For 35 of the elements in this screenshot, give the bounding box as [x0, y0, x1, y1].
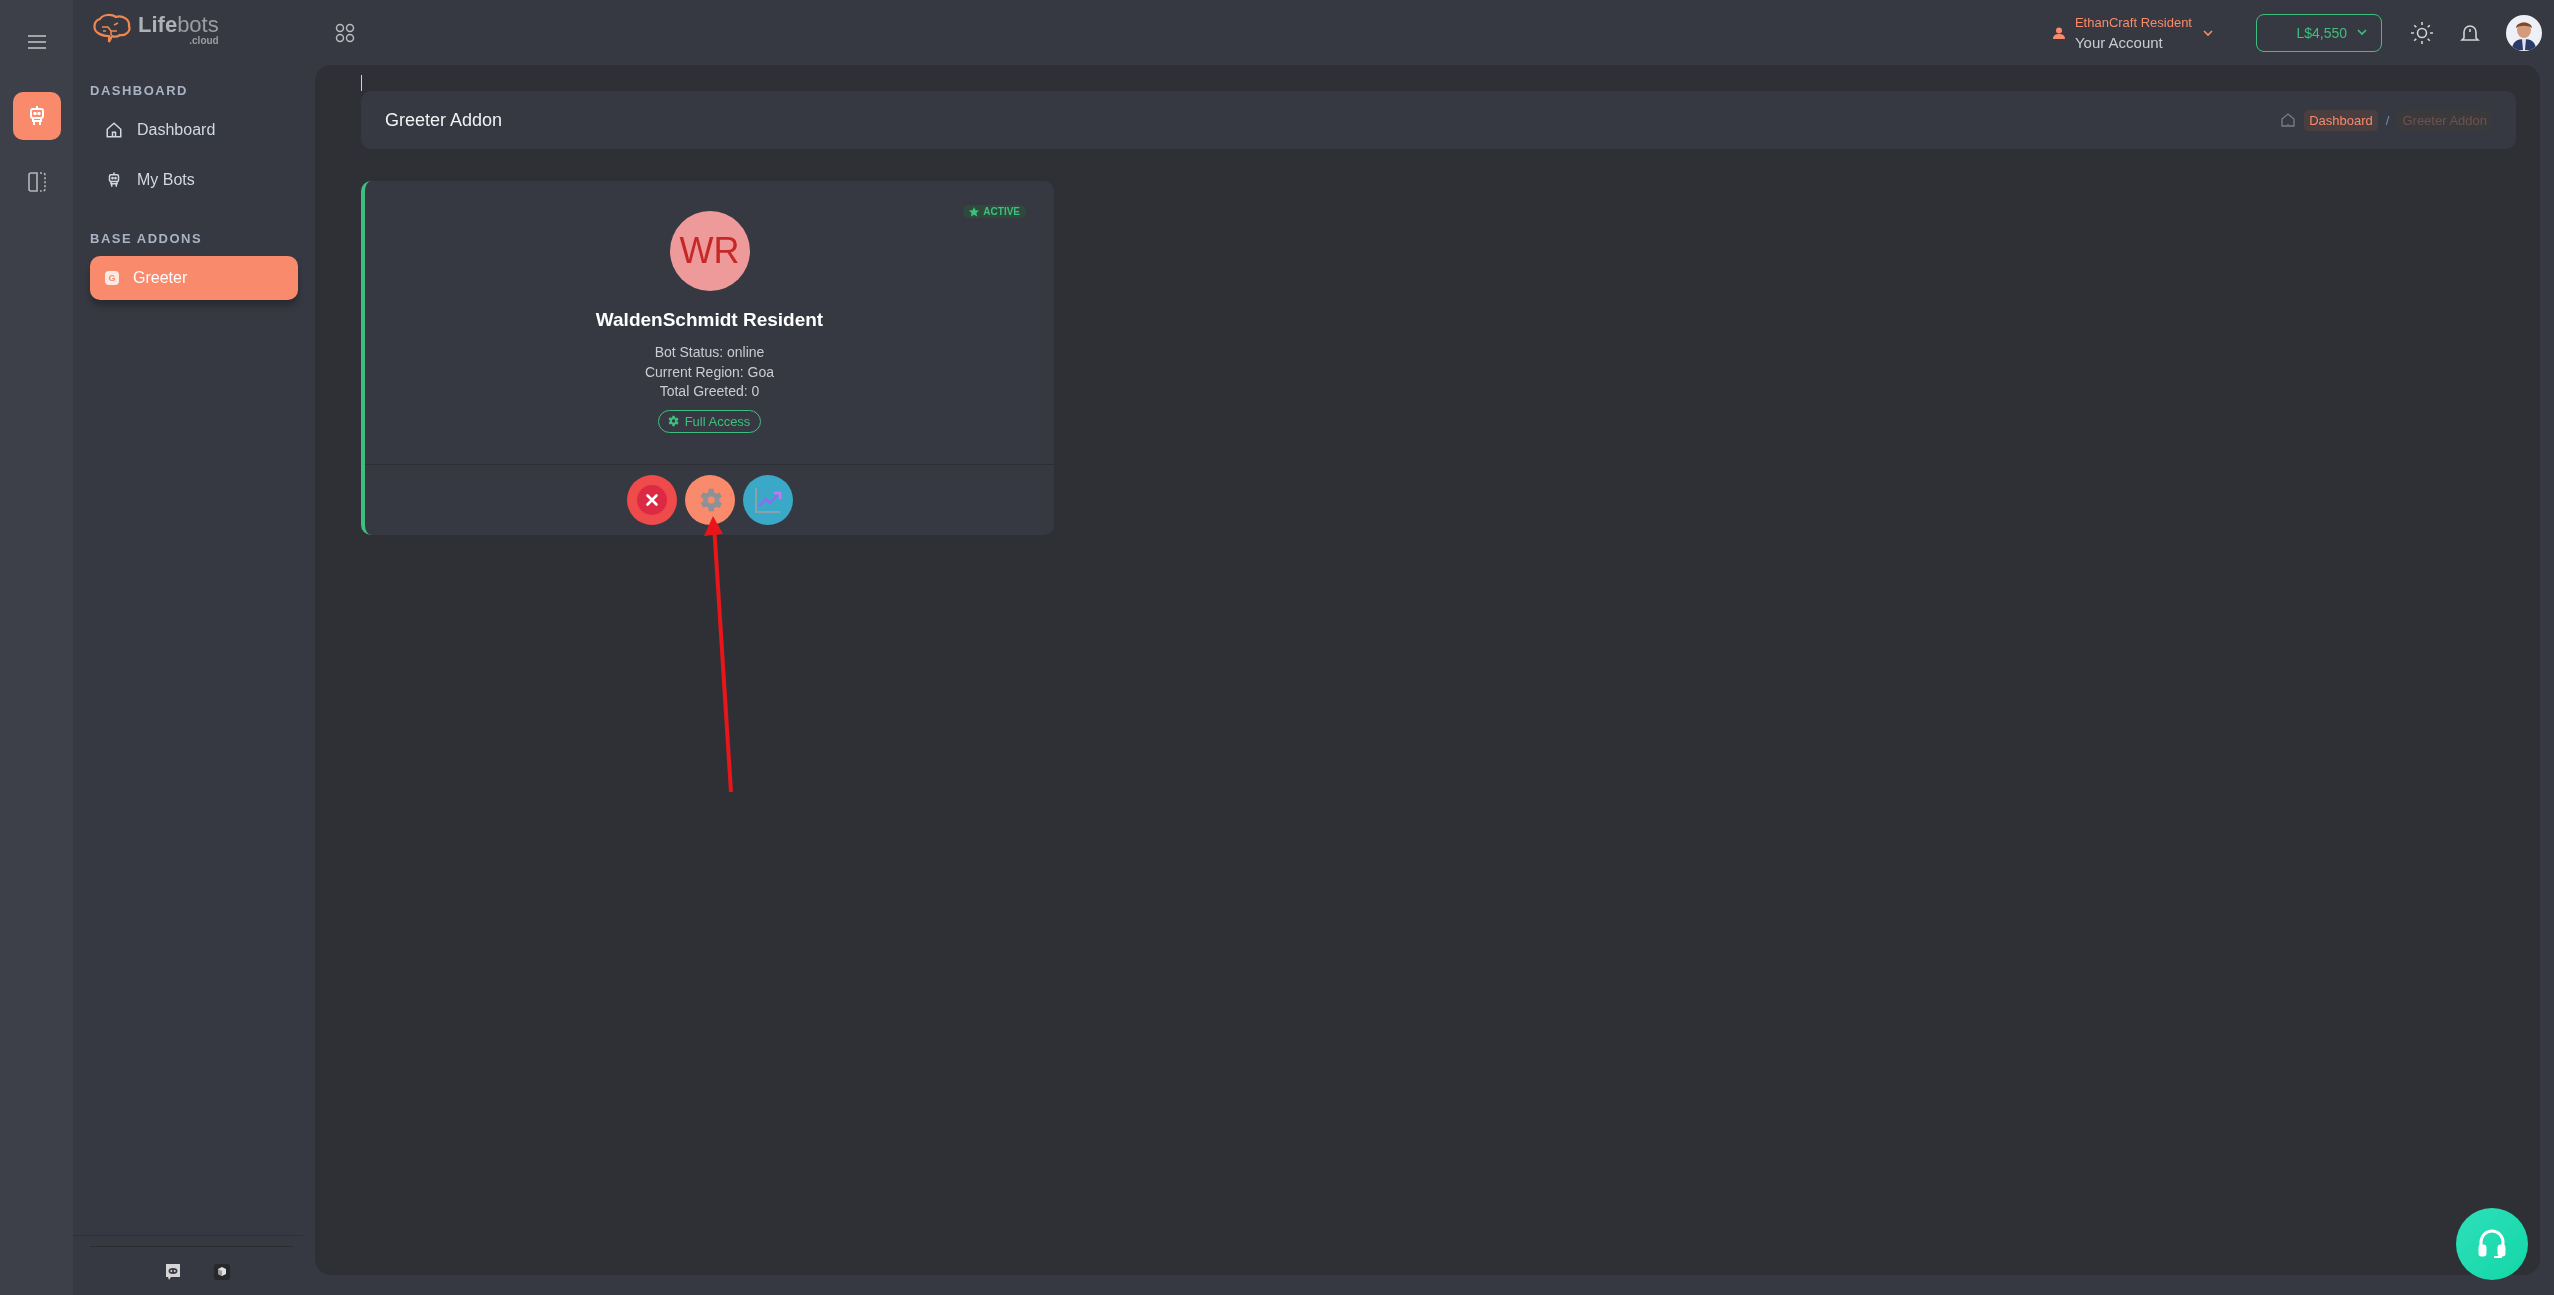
bot-avatar: WR: [669, 211, 750, 291]
cube-button[interactable]: [213, 1263, 230, 1281]
chat-icon: [163, 1263, 182, 1281]
home-icon[interactable]: [2280, 112, 2297, 128]
rail-button[interactable]: [12, 92, 61, 140]
user-icon: [2052, 26, 2065, 39]
sidebar-item[interactable]: My Bots: [90, 158, 298, 202]
close-icon: [636, 484, 667, 515]
bot-name: WaldenSchmidt Resident: [595, 309, 824, 331]
breadcrumb-separator: /: [2385, 112, 2390, 128]
headset-icon: [2477, 1228, 2507, 1260]
cube-icon: [213, 1264, 230, 1280]
balance-button[interactable]: L$4,550: [2256, 13, 2382, 52]
bot-detail: Current Region: Goa: [644, 362, 775, 382]
chevron-icon[interactable]: [2202, 28, 2214, 37]
logo-suffix: .cloud: [189, 36, 219, 46]
logo-text: Lifebots: [138, 14, 219, 36]
bot-detail: Bot Status: online: [654, 343, 765, 362]
sun-icon[interactable]: [2410, 20, 2434, 45]
apps-icon[interactable]: [335, 22, 355, 43]
bot-detail: Total Greeted: 0: [659, 382, 760, 401]
section-title: DASHBOARD: [90, 83, 189, 98]
account-name[interactable]: EthanCraft Resident: [2074, 14, 2192, 30]
chat-button[interactable]: [163, 1263, 182, 1281]
sidebar-item[interactable]: Dashboard: [90, 108, 298, 152]
chevron-icon: [2357, 29, 2367, 36]
section-title: BASE ADDONS: [90, 231, 204, 246]
breadcrumb-link[interactable]: Dashboard: [2304, 109, 2378, 131]
menu-icon: [26, 34, 47, 50]
addon-icon: G: [105, 271, 119, 285]
home-icon: [105, 121, 123, 139]
page-title: Greeter Addon: [385, 109, 503, 131]
avatar[interactable]: [2506, 14, 2542, 51]
account-label[interactable]: Your Account: [2074, 33, 2192, 51]
status-badge: ACTIVE: [963, 205, 1026, 218]
